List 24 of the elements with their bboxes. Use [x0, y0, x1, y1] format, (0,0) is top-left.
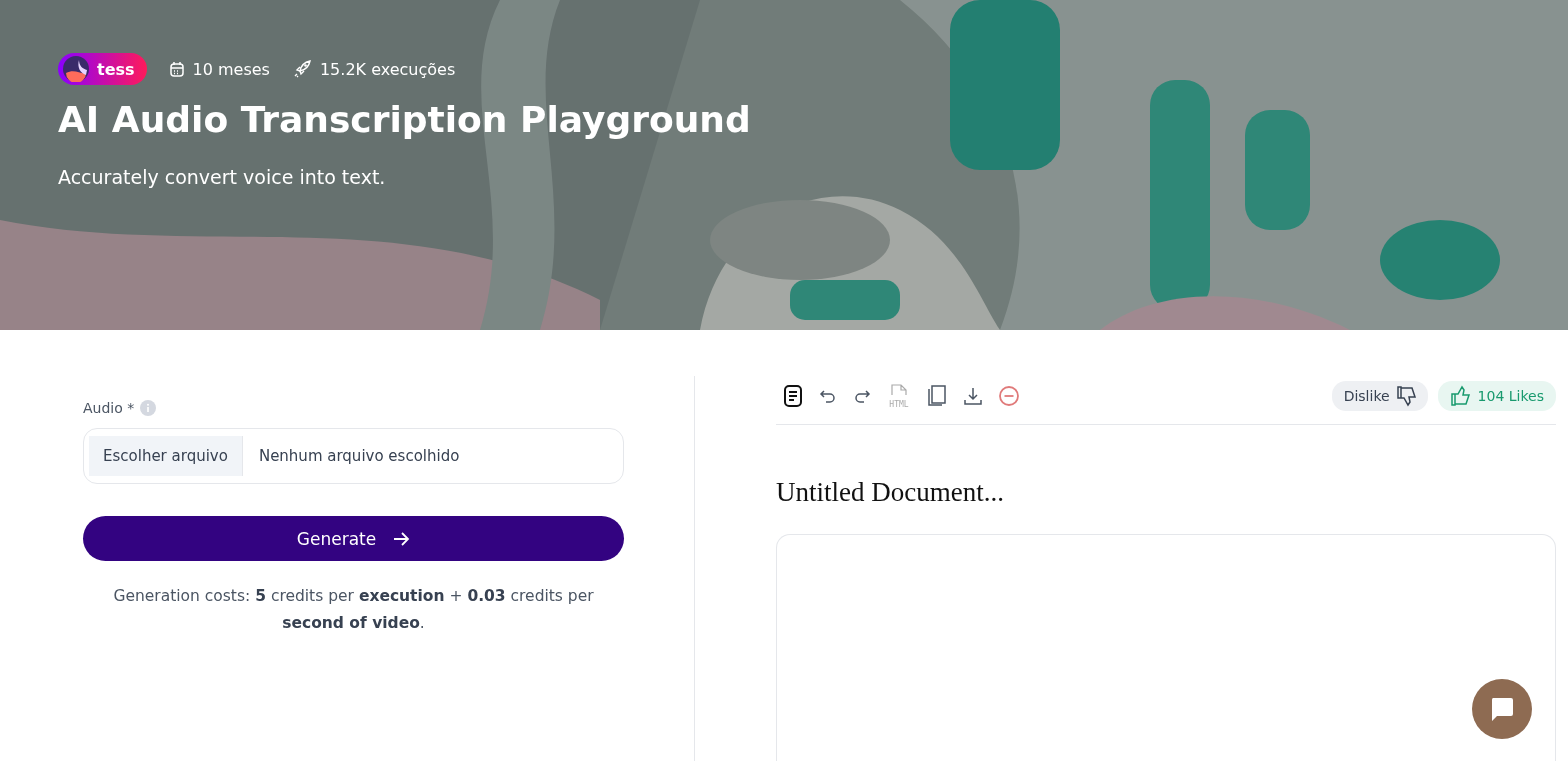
file-status: Nenhum arquivo escolhido	[258, 447, 460, 465]
author-badge[interactable]: tess	[58, 53, 147, 85]
meta-text: 15.2K execuções	[319, 59, 456, 79]
generate-button[interactable]: Generate	[83, 516, 624, 561]
file-input[interactable]: Escolher arquivo Nenhum arquivo escolhido	[83, 428, 624, 484]
thumbs-up-icon	[1449, 385, 1472, 407]
chat-button[interactable]	[1472, 679, 1532, 739]
page-subtitle: Accurately convert voice into text.	[58, 166, 387, 188]
document-icon[interactable]	[782, 384, 804, 408]
choose-file-button[interactable]: Escolher arquivo	[89, 436, 243, 476]
arrow-right-icon	[392, 529, 411, 548]
calendar-icon	[168, 60, 185, 78]
document-title[interactable]: Untitled Document...	[776, 477, 1556, 508]
remove-icon[interactable]	[998, 385, 1020, 407]
page-title: AI Audio Transcription Playground	[58, 99, 752, 140]
chat-icon	[1489, 696, 1515, 722]
meta-text: 10 meses	[192, 59, 270, 79]
download-icon[interactable]	[962, 385, 984, 407]
copy-icon[interactable]	[926, 384, 948, 408]
thumbs-down-icon	[1395, 385, 1418, 407]
avatar-icon	[63, 56, 89, 82]
cost-note: Generation costs: 5 credits per execution + 0.03 credits per second of video.	[112, 586, 595, 634]
field-label: Audio *	[83, 400, 135, 416]
dislike-button[interactable]: Dislike	[1331, 381, 1428, 411]
